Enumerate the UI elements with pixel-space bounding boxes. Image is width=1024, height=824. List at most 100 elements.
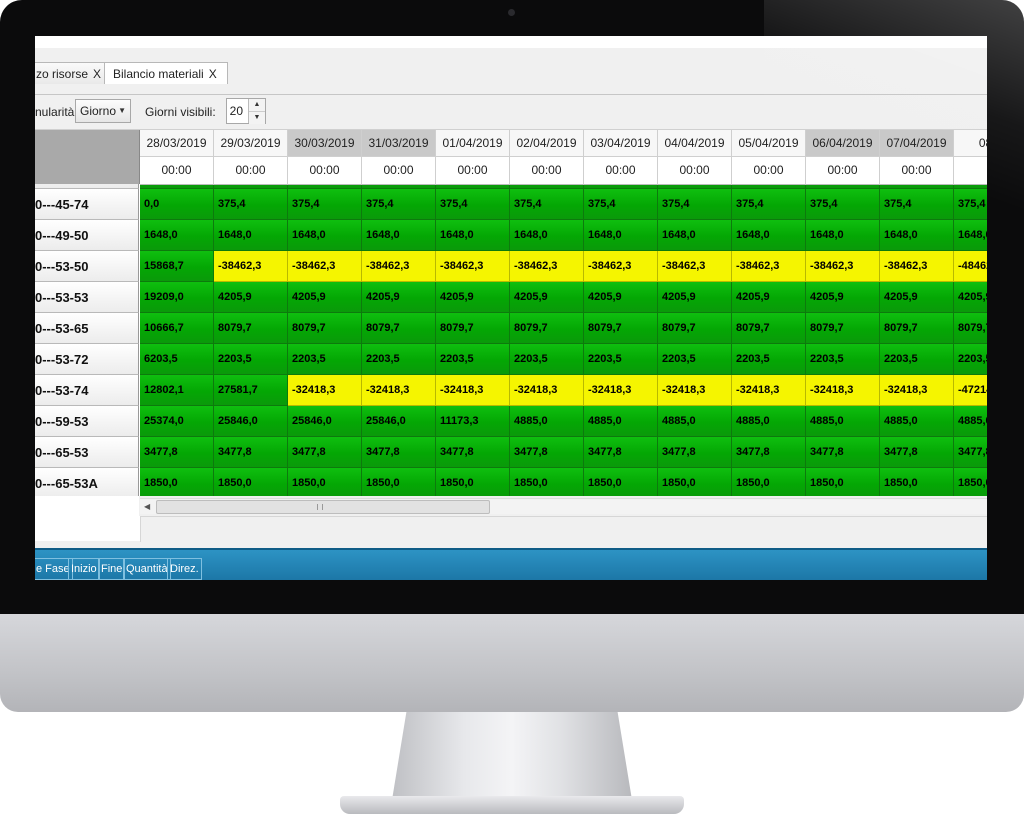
balance-cell[interactable]: 4885,0: [732, 406, 806, 437]
balance-cell[interactable]: 27581,7: [214, 375, 288, 406]
balance-cell[interactable]: 4205,9: [214, 282, 288, 313]
balance-cell[interactable]: 1648,0: [732, 220, 806, 251]
balance-cell[interactable]: 3477,8: [732, 437, 806, 468]
balance-cell[interactable]: 3477,8: [288, 437, 362, 468]
balance-cell[interactable]: 2203,5: [806, 344, 880, 375]
balance-cell[interactable]: 4885,0: [658, 406, 732, 437]
tab-bilancio-materiali[interactable]: Bilancio materiali X: [104, 62, 228, 84]
balance-cell[interactable]: 4205,9: [288, 282, 362, 313]
balance-cell[interactable]: 1648,0: [510, 220, 584, 251]
horizontal-scrollbar[interactable]: ◀: [140, 498, 987, 514]
balance-cell[interactable]: 1850,0: [732, 468, 806, 496]
balance-cell[interactable]: 1850,0: [954, 468, 987, 496]
column-header[interactable]: 29/03/2019 00:00: [214, 130, 288, 185]
balance-cell[interactable]: 4885,0: [880, 406, 954, 437]
arrow-left-icon[interactable]: ◀: [144, 499, 150, 514]
column-header[interactable]: 05/04/2019 00:00: [732, 130, 806, 185]
balance-cell[interactable]: 8079,7: [214, 313, 288, 344]
phase-column-header[interactable]: Direz.: [167, 558, 202, 580]
balance-cell[interactable]: 4205,9: [732, 282, 806, 313]
balance-cell[interactable]: 4885,0: [510, 406, 584, 437]
balance-cell[interactable]: 4885,0: [806, 406, 880, 437]
phase-column-header[interactable]: Quantità: [123, 558, 171, 580]
balance-cell[interactable]: 1850,0: [584, 468, 658, 496]
balance-cell[interactable]: 8079,7: [732, 313, 806, 344]
balance-cell[interactable]: -48462: [954, 251, 987, 282]
row-header[interactable]: 0---53-53: [35, 282, 139, 313]
balance-cell[interactable]: 375,4: [658, 189, 732, 220]
balance-cell[interactable]: -32418,3: [732, 375, 806, 406]
row-header[interactable]: 0---53-72: [35, 344, 139, 375]
balance-cell[interactable]: 375,4: [288, 189, 362, 220]
balance-cell[interactable]: 8079,7: [362, 313, 436, 344]
balance-cell[interactable]: 4885,0: [954, 406, 987, 437]
balance-cell[interactable]: 1648,0: [880, 220, 954, 251]
balance-cell[interactable]: 2203,5: [362, 344, 436, 375]
column-header[interactable]: 31/03/2019 00:00: [362, 130, 436, 185]
balance-cell[interactable]: 25846,0: [288, 406, 362, 437]
row-header[interactable]: 0---59-53: [35, 406, 139, 437]
row-header[interactable]: 0---45-74: [35, 189, 139, 220]
balance-cell[interactable]: 3477,8: [954, 437, 987, 468]
row-header[interactable]: 0---65-53A: [35, 468, 139, 496]
balance-cell[interactable]: 15868,7: [140, 251, 214, 282]
balance-cell[interactable]: 1850,0: [436, 468, 510, 496]
balance-cell[interactable]: 1850,0: [806, 468, 880, 496]
row-header[interactable]: 0---53-65: [35, 313, 139, 344]
balance-cell[interactable]: -38462,3: [436, 251, 510, 282]
balance-cell[interactable]: 3477,8: [140, 437, 214, 468]
balance-cell[interactable]: 2203,5: [436, 344, 510, 375]
balance-cell[interactable]: 2203,5: [288, 344, 362, 375]
balance-cell[interactable]: 4205,9: [510, 282, 584, 313]
balance-cell[interactable]: -47214: [954, 375, 987, 406]
balance-cell[interactable]: 6203,5: [140, 344, 214, 375]
granularity-dropdown[interactable]: Giorno ▼: [75, 99, 131, 123]
balance-cell[interactable]: 4205,9: [584, 282, 658, 313]
balance-cell[interactable]: 2203,5: [954, 344, 987, 375]
balance-cell[interactable]: -38462,3: [584, 251, 658, 282]
balance-cell[interactable]: -38462,3: [510, 251, 584, 282]
column-header[interactable]: 30/03/2019 00:00: [288, 130, 362, 185]
arrow-up-icon[interactable]: ▲: [249, 99, 265, 112]
balance-cell[interactable]: 25374,0: [140, 406, 214, 437]
balance-cell[interactable]: 8079,7: [584, 313, 658, 344]
balance-cell[interactable]: 2203,5: [880, 344, 954, 375]
row-header[interactable]: 0---49-50: [35, 220, 139, 251]
row-header[interactable]: 0---53-50: [35, 251, 139, 282]
balance-cell[interactable]: 1648,0: [214, 220, 288, 251]
balance-cell[interactable]: 1850,0: [658, 468, 732, 496]
balance-cell[interactable]: 1648,0: [806, 220, 880, 251]
balance-cell[interactable]: -38462,3: [658, 251, 732, 282]
balance-cell[interactable]: -32418,3: [806, 375, 880, 406]
column-header[interactable]: 07/04/2019 00:00: [880, 130, 954, 185]
balance-cell[interactable]: 375,4: [732, 189, 806, 220]
balance-cell[interactable]: 375,4: [880, 189, 954, 220]
phase-column-header[interactable]: Fine: [98, 558, 126, 580]
balance-cell[interactable]: -38462,3: [880, 251, 954, 282]
column-header[interactable]: 02/04/2019 00:00: [510, 130, 584, 185]
balance-cell[interactable]: -38462,3: [288, 251, 362, 282]
balance-cell[interactable]: 8079,7: [806, 313, 880, 344]
balance-cell[interactable]: -38462,3: [362, 251, 436, 282]
balance-cell[interactable]: 1648,0: [436, 220, 510, 251]
balance-cell[interactable]: 1850,0: [362, 468, 436, 496]
balance-cell[interactable]: 8079,7: [658, 313, 732, 344]
row-header[interactable]: 0---65-53: [35, 437, 139, 468]
balance-cell[interactable]: -32418,3: [362, 375, 436, 406]
balance-cell[interactable]: 1648,0: [140, 220, 214, 251]
balance-cell[interactable]: 3477,8: [658, 437, 732, 468]
balance-cell[interactable]: 19209,0: [140, 282, 214, 313]
balance-cell[interactable]: 4205,9: [806, 282, 880, 313]
balance-cell[interactable]: 8079,7: [288, 313, 362, 344]
balance-cell[interactable]: 3477,8: [436, 437, 510, 468]
balance-cell[interactable]: 1648,0: [362, 220, 436, 251]
balance-cell[interactable]: 12802,1: [140, 375, 214, 406]
balance-cell[interactable]: 3477,8: [510, 437, 584, 468]
balance-cell[interactable]: 1648,0: [954, 220, 987, 251]
balance-cell[interactable]: 375,4: [436, 189, 510, 220]
balance-cell[interactable]: 375,4: [510, 189, 584, 220]
balance-cell[interactable]: 11173,3: [436, 406, 510, 437]
close-icon[interactable]: X: [209, 67, 217, 81]
balance-cell[interactable]: 3477,8: [806, 437, 880, 468]
balance-cell[interactable]: 375,4: [214, 189, 288, 220]
